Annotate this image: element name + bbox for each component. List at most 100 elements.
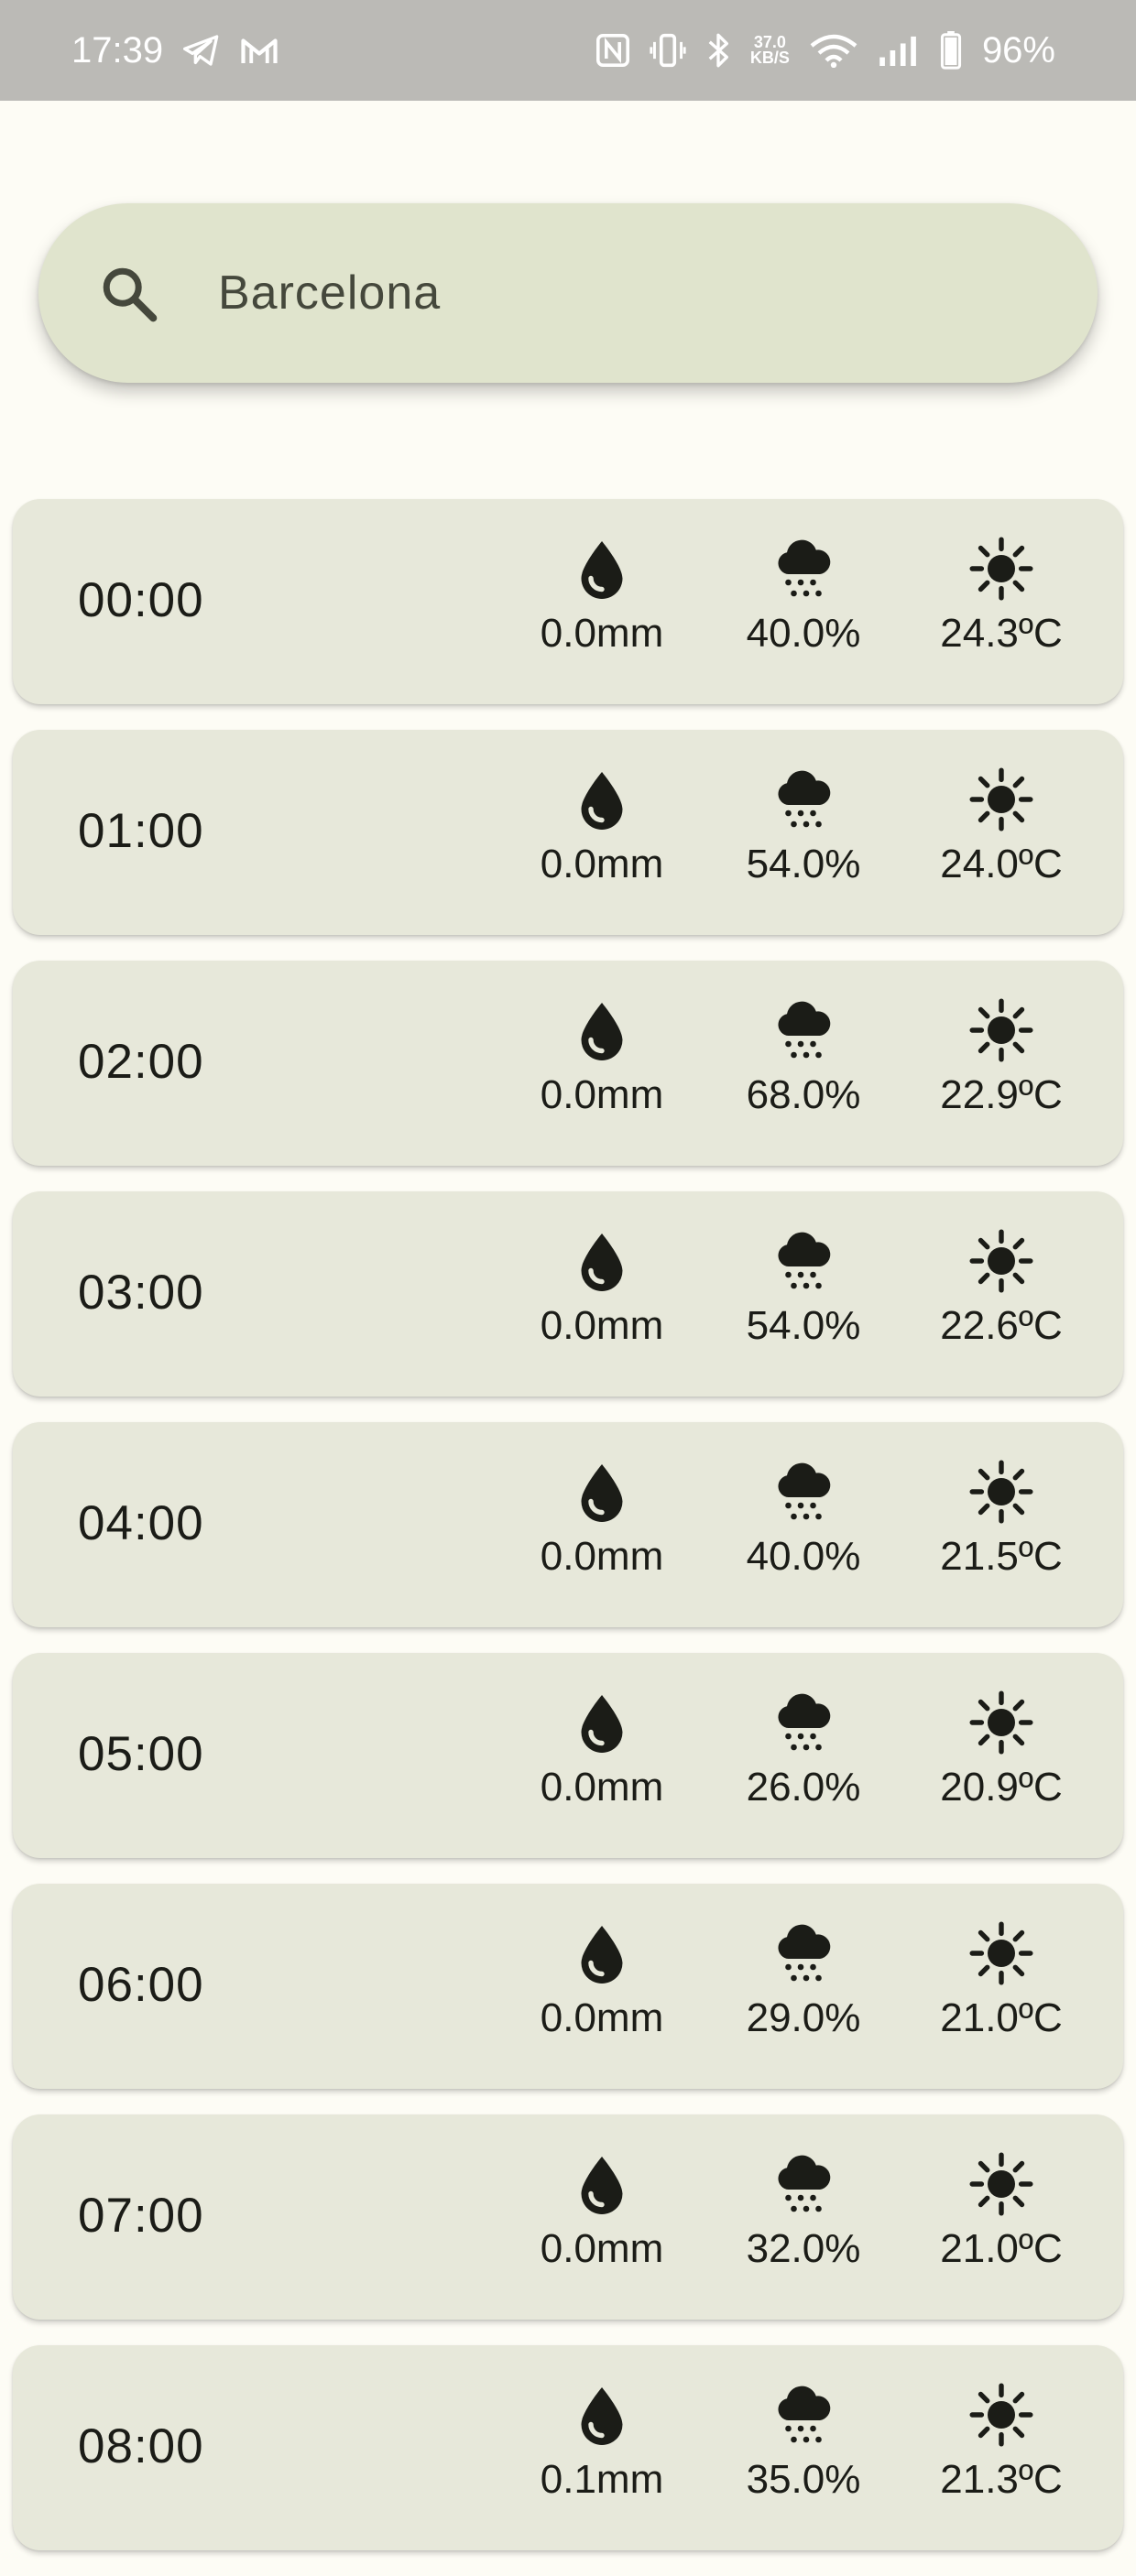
cloud-cover-metric: 54.0%	[712, 766, 895, 887]
precipitation-value: 0.0mm	[540, 611, 664, 656]
sun-icon	[969, 1690, 1033, 1755]
status-bar: 17:39 37.0 KB/S 96%	[0, 0, 1136, 101]
water-drop-icon	[581, 1464, 623, 1522]
cloud-cover-value: 54.0%	[746, 1303, 861, 1348]
temperature-metric: 21.3ºC	[910, 2382, 1093, 2503]
precipitation-metric: 0.0mm	[510, 997, 694, 1118]
forecast-row[interactable]: 07:00 0.0mm 32.0% 21.0ºC	[13, 2114, 1123, 2320]
forecast-row[interactable]: 08:00 0.1mm 35.0% 21.3ºC	[13, 2345, 1123, 2550]
forecast-time: 07:00	[78, 2189, 204, 2243]
forecast-time: 01:00	[78, 804, 204, 858]
cloud-cover-value: 29.0%	[746, 1995, 861, 2040]
temperature-value: 21.0ºC	[940, 1995, 1063, 2040]
precipitation-value: 0.0mm	[540, 842, 664, 886]
precipitation-metric: 0.0mm	[510, 1228, 694, 1349]
temperature-value: 22.6ºC	[940, 1303, 1063, 1348]
cloud-cover-metric: 68.0%	[712, 997, 895, 1118]
forecast-time: 03:00	[78, 1266, 204, 1320]
water-drop-icon	[581, 2387, 623, 2445]
precipitation-value: 0.0mm	[540, 1303, 664, 1348]
cloud-snow-icon	[778, 1693, 831, 1751]
gmail-icon	[240, 36, 279, 65]
forecast-time: 00:00	[78, 573, 204, 627]
cloud-snow-icon	[778, 2386, 831, 2443]
temperature-value: 20.9ºC	[940, 1765, 1063, 1810]
wifi-icon	[810, 33, 857, 68]
precipitation-value: 0.0mm	[540, 1995, 664, 2040]
cloud-cover-value: 40.0%	[746, 611, 861, 656]
precipitation-value: 0.0mm	[540, 1534, 664, 1579]
forecast-row[interactable]: 06:00 0.0mm 29.0% 21.0ºC	[13, 1884, 1123, 2089]
precipitation-metric: 0.0mm	[510, 1690, 694, 1810]
temperature-value: 21.3ºC	[940, 2457, 1063, 2502]
temperature-value: 21.5ºC	[940, 1534, 1063, 1579]
temperature-metric: 22.9ºC	[910, 997, 1093, 1118]
forecast-row[interactable]: 03:00 0.0mm 54.0% 22.6ºC	[13, 1191, 1123, 1397]
cloud-cover-metric: 29.0%	[712, 1920, 895, 2041]
temperature-metric: 22.6ºC	[910, 1228, 1093, 1349]
cloud-snow-icon	[778, 1001, 831, 1059]
cloud-cover-metric: 26.0%	[712, 1690, 895, 1810]
water-drop-icon	[581, 1234, 623, 1291]
sun-icon	[969, 1921, 1033, 1985]
network-speed-unit: KB/S	[749, 49, 790, 67]
forecast-row[interactable]: 00:00 0.0mm 40.0% 24.3ºC	[13, 499, 1123, 704]
battery-percent: 96%	[981, 29, 1055, 71]
temperature-value: 24.3ºC	[940, 611, 1063, 656]
cloud-cover-value: 26.0%	[746, 1765, 861, 1810]
status-left: 17:39	[71, 30, 279, 71]
temperature-value: 21.0ºC	[940, 2226, 1063, 2271]
cloud-cover-value: 35.0%	[746, 2457, 861, 2502]
battery-icon	[940, 31, 962, 70]
search-icon[interactable]	[97, 262, 161, 326]
status-time: 17:39	[71, 29, 164, 71]
precipitation-metric: 0.0mm	[510, 2151, 694, 2272]
cloud-snow-icon	[778, 2155, 831, 2212]
forecast-row[interactable]: 04:00 0.0mm 40.0% 21.5ºC	[13, 1422, 1123, 1627]
forecast-row[interactable]: 05:00 0.0mm 26.0% 20.9ºC	[13, 1653, 1123, 1858]
search-input[interactable]	[218, 240, 1043, 346]
temperature-value: 24.0ºC	[940, 842, 1063, 886]
precipitation-metric: 0.0mm	[510, 1459, 694, 1580]
cloud-cover-value: 68.0%	[746, 1072, 861, 1117]
cloud-cover-metric: 40.0%	[712, 536, 895, 657]
temperature-metric: 20.9ºC	[910, 1690, 1093, 1810]
network-speed: 37.0 KB/S	[749, 34, 790, 67]
sun-icon	[969, 1229, 1033, 1293]
temperature-metric: 21.0ºC	[910, 2151, 1093, 2272]
search-bar[interactable]	[38, 203, 1098, 383]
cloud-cover-value: 32.0%	[746, 2226, 861, 2271]
precipitation-value: 0.0mm	[540, 1765, 664, 1810]
precipitation-value: 0.0mm	[540, 2226, 664, 2271]
sun-icon	[969, 998, 1033, 1062]
temperature-metric: 24.3ºC	[910, 536, 1093, 657]
forecast-time: 08:00	[78, 2419, 204, 2473]
cloud-cover-metric: 35.0%	[712, 2382, 895, 2503]
cloud-snow-icon	[778, 1462, 831, 1520]
vibrate-icon	[650, 33, 686, 68]
forecast-time: 04:00	[78, 1496, 204, 1550]
status-right: 37.0 KB/S 96%	[595, 29, 1055, 71]
bluetooth-icon	[706, 33, 730, 68]
precipitation-metric: 0.0mm	[510, 1920, 694, 2041]
hourly-forecast-list: 00:00 0.0mm 40.0% 24.3ºC 01:00 0.0mm 54.0% 24.0…	[13, 499, 1123, 2576]
signal-icon	[878, 35, 920, 66]
sun-icon	[969, 537, 1033, 601]
precipitation-metric: 0.1mm	[510, 2382, 694, 2503]
water-drop-icon	[581, 1926, 623, 1984]
nfc-icon	[595, 34, 629, 67]
precipitation-metric: 0.0mm	[510, 766, 694, 887]
water-drop-icon	[581, 541, 623, 599]
cloud-snow-icon	[778, 1232, 831, 1289]
forecast-row[interactable]: 01:00 0.0mm 54.0% 24.0ºC	[13, 730, 1123, 935]
water-drop-icon	[581, 2157, 623, 2214]
forecast-row[interactable]: 02:00 0.0mm 68.0% 22.9ºC	[13, 961, 1123, 1166]
telegram-icon	[183, 35, 220, 66]
cloud-cover-metric: 54.0%	[712, 1228, 895, 1349]
water-drop-icon	[581, 772, 623, 830]
temperature-value: 22.9ºC	[940, 1072, 1063, 1117]
water-drop-icon	[581, 1695, 623, 1753]
temperature-metric: 21.5ºC	[910, 1459, 1093, 1580]
cloud-cover-metric: 32.0%	[712, 2151, 895, 2272]
cloud-snow-icon	[778, 770, 831, 828]
